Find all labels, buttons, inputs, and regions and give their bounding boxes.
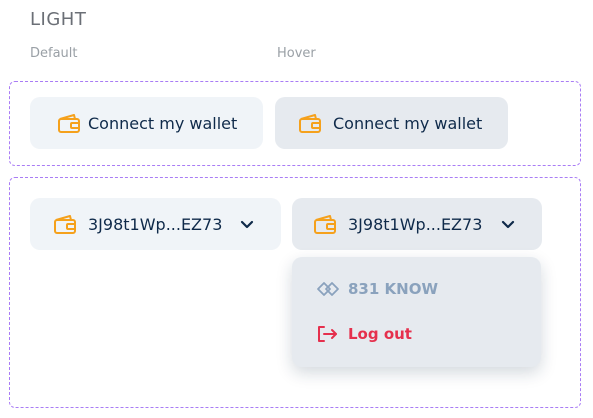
wallet-address-button-default[interactable]: 3J98t1Wp...EZ73 xyxy=(30,198,281,250)
connect-wallet-button-hover[interactable]: Connect my wallet xyxy=(275,97,508,149)
chevron-down-icon xyxy=(500,216,516,232)
connect-wallet-label: Connect my wallet xyxy=(333,113,483,133)
state-label-default: Default xyxy=(30,46,78,61)
wallet-icon xyxy=(297,112,323,134)
wallet-icon xyxy=(56,112,82,134)
token-diamond-icon xyxy=(316,279,340,299)
wallet-address-button-hover[interactable]: 3J98t1Wp...EZ73 xyxy=(292,198,542,250)
wallet-address-label: 3J98t1Wp...EZ73 xyxy=(348,214,483,234)
chevron-down-icon xyxy=(239,216,255,232)
wallet-icon xyxy=(312,213,338,235)
connect-wallet-label: Connect my wallet xyxy=(88,113,238,133)
wallet-dropdown-menu: 831 KNOW Log out xyxy=(292,257,541,367)
token-balance-row: 831 KNOW xyxy=(316,279,438,299)
logout-label: Log out xyxy=(348,325,412,343)
logout-arrow-icon xyxy=(316,324,340,344)
token-balance-label: 831 KNOW xyxy=(348,280,439,298)
state-label-hover: Hover xyxy=(277,46,316,61)
logout-menu-item[interactable]: Log out xyxy=(316,324,412,344)
wallet-address-label: 3J98t1Wp...EZ73 xyxy=(88,214,223,234)
section-title: LIGHT xyxy=(30,9,87,30)
connect-wallet-button-default[interactable]: Connect my wallet xyxy=(30,97,263,149)
wallet-icon xyxy=(52,213,78,235)
